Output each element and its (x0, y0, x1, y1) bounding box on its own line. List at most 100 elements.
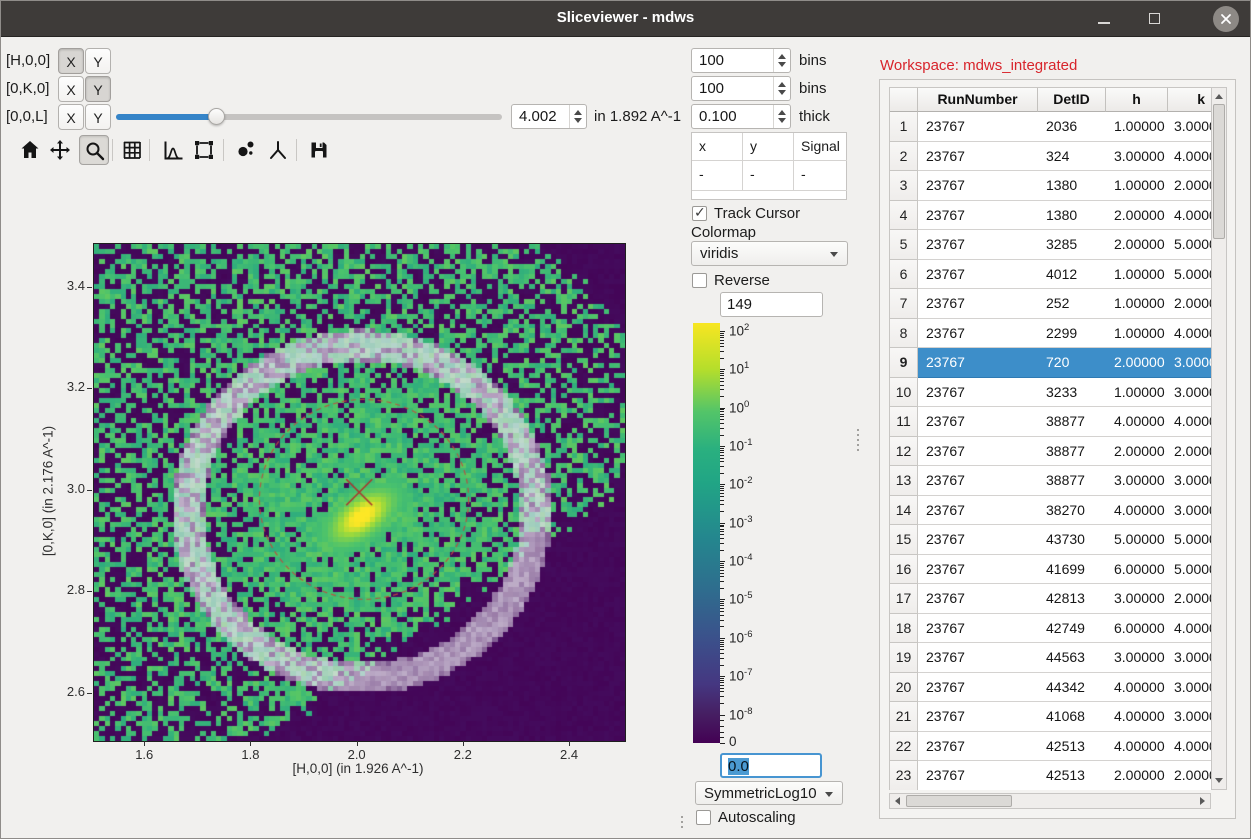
column-header-detid[interactable]: DetID (1038, 88, 1106, 112)
cell-run[interactable]: 23767 (918, 673, 1038, 703)
cell-h[interactable]: 2.00000 (1106, 230, 1168, 260)
row-number-cell[interactable]: 14 (890, 496, 918, 526)
00l-y-button[interactable]: Y (85, 104, 111, 130)
table-row[interactable]: 32376713801.000002.00000 (890, 171, 1211, 201)
row-number-cell[interactable]: 6 (890, 260, 918, 290)
titlebar[interactable]: Sliceviewer - mdws (1, 1, 1250, 37)
row-number-cell[interactable]: 2 (890, 142, 918, 172)
checkbox-unchecked-icon[interactable] (696, 810, 711, 825)
close-button[interactable] (1213, 6, 1239, 32)
cell-k[interactable]: 4.00000 (1168, 614, 1211, 644)
table-row[interactable]: 1823767427496.000004.00000 (890, 614, 1211, 644)
cell-h[interactable]: 4.00000 (1106, 407, 1168, 437)
cell-h[interactable]: 4.00000 (1106, 702, 1168, 732)
cell-det[interactable]: 38877 (1038, 437, 1106, 467)
peaks-overlay-button[interactable] (231, 135, 261, 165)
cell-run[interactable]: 23767 (918, 348, 1038, 378)
cell-det[interactable]: 44563 (1038, 643, 1106, 673)
cell-run[interactable]: 23767 (918, 761, 1038, 790)
cell-det[interactable]: 38877 (1038, 407, 1106, 437)
cell-k[interactable]: 3.00000 (1168, 702, 1211, 732)
cell-k[interactable]: 2.00000 (1168, 437, 1211, 467)
cell-h[interactable]: 5.00000 (1106, 525, 1168, 555)
cell-h[interactable]: 1.00000 (1106, 378, 1168, 408)
cell-k[interactable]: 3.00000 (1168, 496, 1211, 526)
scroll-down-icon[interactable] (1215, 778, 1223, 783)
cell-det[interactable]: 324 (1038, 142, 1106, 172)
cell-k[interactable]: 4.00000 (1168, 732, 1211, 762)
thickness-arrows[interactable] (773, 105, 790, 128)
row-number-cell[interactable]: 11 (890, 407, 918, 437)
cell-run[interactable]: 23767 (918, 732, 1038, 762)
cell-h[interactable]: 2.00000 (1106, 761, 1168, 790)
home-button[interactable] (15, 135, 45, 165)
cell-k[interactable]: 2.00000 (1168, 171, 1211, 201)
cell-h[interactable]: 1.00000 (1106, 171, 1168, 201)
table-row[interactable]: 2223767425134.000004.00000 (890, 732, 1211, 762)
row-number-cell[interactable]: 15 (890, 525, 918, 555)
cell-h[interactable]: 3.00000 (1106, 142, 1168, 172)
cell-run[interactable]: 23767 (918, 437, 1038, 467)
x-bins-arrows[interactable] (773, 49, 790, 72)
cell-run[interactable]: 23767 (918, 614, 1038, 644)
normalization-combobox[interactable]: SymmetricLog10 (695, 781, 843, 805)
table-row[interactable]: 2123767410684.000003.00000 (890, 702, 1211, 732)
save-button[interactable] (304, 135, 334, 165)
00l-x-button[interactable]: X (58, 104, 84, 130)
cell-det[interactable]: 42513 (1038, 761, 1106, 790)
row-number-cell[interactable]: 7 (890, 289, 918, 319)
row-number-cell[interactable]: 9 (890, 348, 918, 378)
table-row[interactable]: 1623767416996.000005.00000 (890, 555, 1211, 585)
cell-h[interactable]: 4.00000 (1106, 673, 1168, 703)
table-row[interactable]: 1523767437305.000005.00000 (890, 525, 1211, 555)
cell-h[interactable]: 2.00000 (1106, 201, 1168, 231)
cell-k[interactable]: 3.00000 (1168, 348, 1211, 378)
cell-k[interactable]: 3.00000 (1168, 673, 1211, 703)
cell-det[interactable]: 2299 (1038, 319, 1106, 349)
table-row[interactable]: 1723767428133.000002.00000 (890, 584, 1211, 614)
grid-button[interactable] (117, 135, 147, 165)
table-row[interactable]: 2323767425132.000002.00000 (890, 761, 1211, 790)
row-number-cell[interactable]: 1 (890, 112, 918, 142)
row-number-cell[interactable]: 12 (890, 437, 918, 467)
horizontal-scroll-thumb[interactable] (906, 795, 1012, 807)
cell-h[interactable]: 2.00000 (1106, 348, 1168, 378)
column-header-runnumber[interactable]: RunNumber (918, 88, 1038, 112)
table-row[interactable]: 1323767388773.000003.00000 (890, 466, 1211, 496)
colormap-combobox[interactable]: viridis (691, 241, 848, 266)
spin-down-icon[interactable] (778, 90, 786, 95)
cell-run[interactable]: 23767 (918, 702, 1038, 732)
spin-up-icon[interactable] (574, 110, 582, 115)
cell-h[interactable]: 1.00000 (1106, 289, 1168, 319)
row-number-cell[interactable]: 8 (890, 319, 918, 349)
cell-det[interactable]: 42513 (1038, 732, 1106, 762)
cell-run[interactable]: 23767 (918, 171, 1038, 201)
cell-run[interactable]: 23767 (918, 260, 1038, 290)
cell-run[interactable]: 23767 (918, 112, 1038, 142)
vertical-scroll-thumb[interactable] (1213, 104, 1225, 239)
cell-h[interactable]: 1.00000 (1106, 112, 1168, 142)
table-row[interactable]: 7237672521.000002.00000 (890, 289, 1211, 319)
column-header-h[interactable]: h (1106, 88, 1168, 112)
maximize-button[interactable] (1142, 6, 1168, 32)
row-number-cell[interactable]: 22 (890, 732, 918, 762)
cell-run[interactable]: 23767 (918, 201, 1038, 231)
table-row[interactable]: 1223767388772.000002.00000 (890, 437, 1211, 467)
cell-h[interactable]: 3.00000 (1106, 466, 1168, 496)
cell-k[interactable]: 5.00000 (1168, 525, 1211, 555)
slice-spin-arrows[interactable] (569, 105, 586, 128)
cell-k[interactable]: 3.00000 (1168, 466, 1211, 496)
cell-h[interactable]: 1.00000 (1106, 260, 1168, 290)
panel-splitter-handle[interactable] (857, 426, 859, 454)
row-number-cell[interactable]: 5 (890, 230, 918, 260)
cell-h[interactable]: 6.00000 (1106, 555, 1168, 585)
y-bins-arrows[interactable] (773, 77, 790, 100)
row-number-cell[interactable]: 4 (890, 201, 918, 231)
h00-x-button[interactable]: X (58, 48, 84, 74)
0k0-y-button[interactable]: Y (85, 76, 111, 102)
cell-det[interactable]: 2036 (1038, 112, 1106, 142)
row-number-cell[interactable]: 13 (890, 466, 918, 496)
row-number-cell[interactable]: 16 (890, 555, 918, 585)
row-number-cell[interactable]: 20 (890, 673, 918, 703)
scroll-left-icon[interactable] (895, 797, 900, 805)
